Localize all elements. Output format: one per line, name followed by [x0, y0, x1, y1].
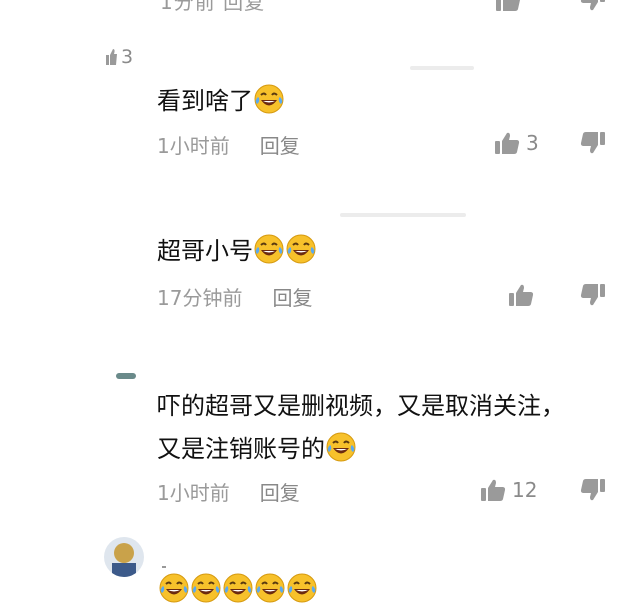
reply-button[interactable]: 回复 — [272, 282, 312, 311]
laugh-cry-emoji-icon — [253, 233, 285, 265]
comment-text: 超哥小号 — [157, 228, 317, 274]
comment-meta: 17分钟前 回复 — [157, 282, 312, 311]
comment-text-content: 又是注销账号的 — [157, 435, 325, 463]
reply-button[interactable]: 回复 — [260, 130, 300, 159]
avatar-image — [104, 537, 144, 577]
comment-text-line-2: 又是注销账号的 — [157, 426, 357, 472]
thumb-up-icon — [480, 478, 506, 502]
comment-text: 看到啥了 — [157, 78, 285, 124]
like-button[interactable] — [508, 283, 534, 307]
laugh-cry-emoji-icon — [325, 431, 357, 463]
faint-divider — [340, 213, 466, 217]
thumb-down-icon — [580, 283, 606, 307]
tiny-avatar[interactable] — [116, 373, 136, 379]
comment-text-line-1: 吓的超哥又是删视频，又是取消关注， — [157, 392, 565, 420]
dislike-button[interactable] — [580, 478, 606, 506]
laugh-cry-emoji-icon — [286, 572, 318, 604]
reply-button[interactable]: 回复 — [260, 477, 300, 506]
dislike-button[interactable] — [580, 131, 606, 159]
previous-dislike-button[interactable] — [580, 0, 606, 16]
laugh-cry-emoji-icon — [190, 572, 222, 604]
like-button[interactable]: 12 — [480, 478, 537, 502]
comment-time: 1小时前 — [157, 134, 230, 158]
avatar[interactable] — [104, 537, 144, 577]
laugh-cry-emoji-icon — [222, 572, 254, 604]
previous-like-button[interactable] — [495, 0, 521, 16]
laugh-cry-emoji-icon — [285, 233, 317, 265]
comment-meta: 1小时前 回复 — [157, 477, 300, 506]
thumb-down-icon — [580, 0, 606, 12]
comment-time: 17分钟前 — [157, 286, 243, 310]
like-count: 12 — [512, 478, 538, 502]
side-like-count: 3 — [106, 46, 133, 68]
dislike-button[interactable] — [580, 283, 606, 311]
dot — [162, 566, 166, 568]
faint-divider — [410, 66, 474, 70]
comment-time: 1小时前 — [157, 481, 230, 505]
small-thumb-icon — [106, 49, 117, 65]
thumb-up-icon — [494, 131, 520, 155]
thumb-up-icon — [508, 283, 534, 307]
laugh-cry-emoji-icon — [253, 83, 285, 115]
previous-comment-meta: 1分前 回复 — [160, 0, 266, 14]
next-comment-emojis — [158, 572, 318, 604]
comment-meta: 1小时前 回复 — [157, 130, 300, 159]
like-button[interactable]: 3 — [494, 131, 539, 155]
like-count: 3 — [526, 131, 539, 155]
laugh-cry-emoji-icon — [254, 572, 286, 604]
thumb-down-icon — [580, 131, 606, 155]
comment-text-content: 看到啥了 — [157, 87, 253, 115]
comment-text-content: 超哥小号 — [157, 237, 253, 265]
thumb-up-icon — [495, 0, 521, 12]
side-like-number: 3 — [121, 46, 134, 68]
laugh-cry-emoji-icon — [158, 572, 190, 604]
thumb-down-icon — [580, 478, 606, 502]
